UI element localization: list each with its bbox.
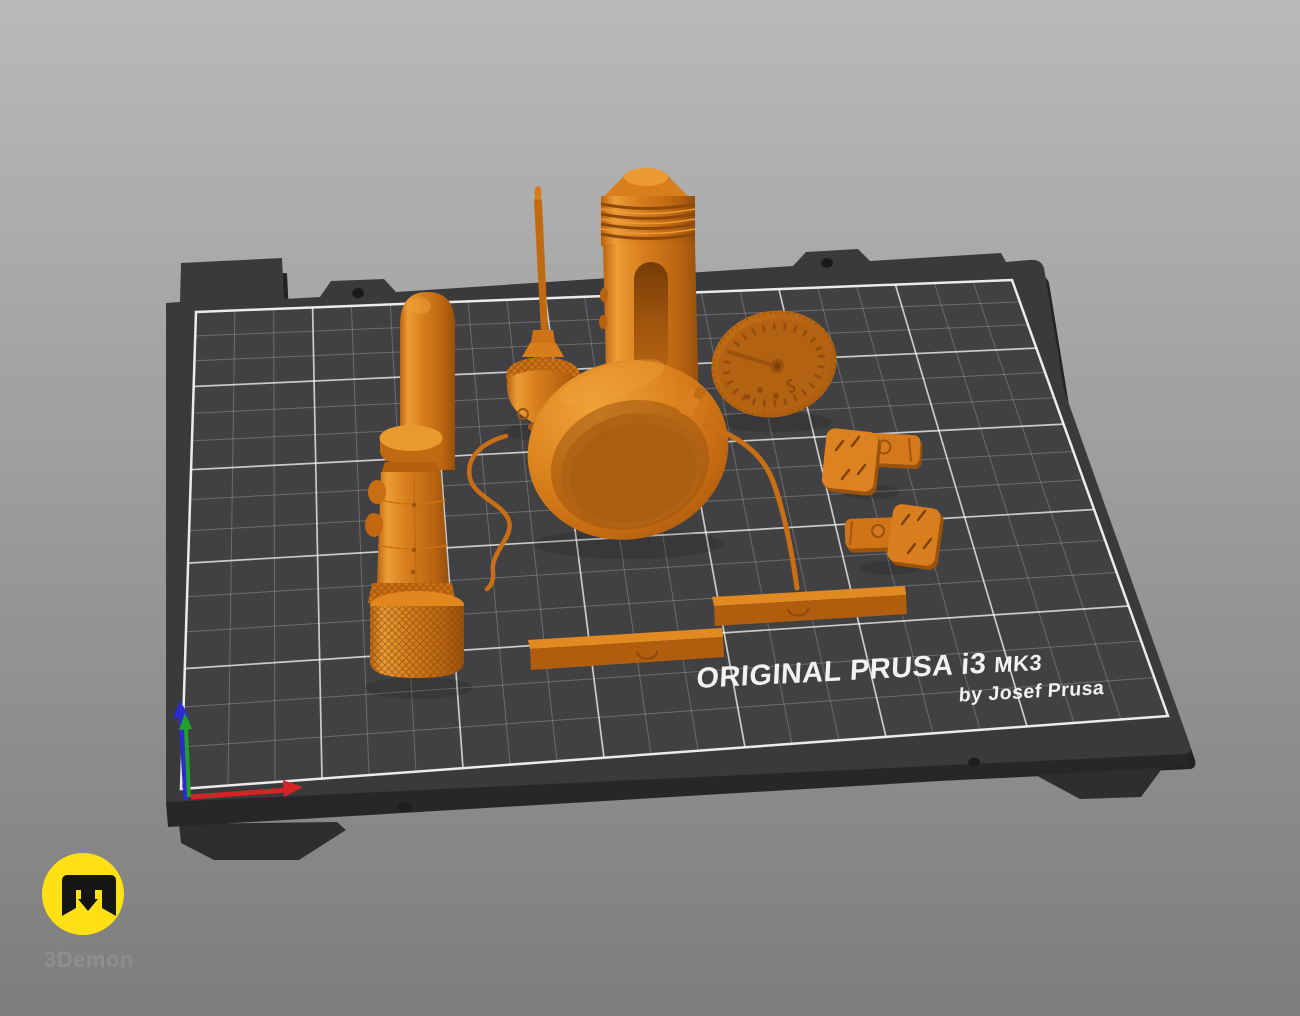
- tower-nub: [600, 288, 608, 302]
- gauge-dot: [757, 387, 763, 393]
- bed-hole: [821, 258, 833, 268]
- bracket-plate[interactable]: [886, 503, 942, 567]
- gauge-dot: [746, 395, 751, 400]
- flashlight-top-face: [380, 425, 443, 451]
- gauge-pivot-center: [774, 363, 781, 370]
- bracket-boss: [872, 525, 884, 537]
- tower-nub: [599, 315, 607, 329]
- bed-screw-hole: [968, 758, 980, 767]
- slicer-viewport[interactable]: ORIGINAL PRUSA i3MK3 by Josef Prusa: [0, 0, 1300, 1016]
- capsule-highlight: [409, 298, 431, 314]
- bed-hole: [352, 288, 364, 298]
- flashlight-pip: [412, 548, 416, 552]
- flashlight-side-bump: [368, 480, 386, 504]
- tower-cap-top: [624, 168, 668, 186]
- flashlight-base-knurl: [370, 606, 464, 678]
- scene-3d[interactable]: ORIGINAL PRUSA i3MK3 by Josef Prusa: [0, 0, 1300, 1016]
- flashlight-pip: [411, 570, 415, 574]
- oilcan-needle-tip: [535, 186, 542, 200]
- watermark-label: 3Demon: [44, 947, 134, 972]
- flashlight-side-bump: [365, 513, 383, 537]
- bed-screw-hole: [398, 802, 412, 812]
- flashlight-pip: [412, 503, 416, 507]
- flashlight-hex-body[interactable]: [377, 472, 449, 585]
- bracket-plate[interactable]: [821, 427, 879, 492]
- gauge-dot: [773, 393, 779, 399]
- tower-slot: [634, 262, 668, 374]
